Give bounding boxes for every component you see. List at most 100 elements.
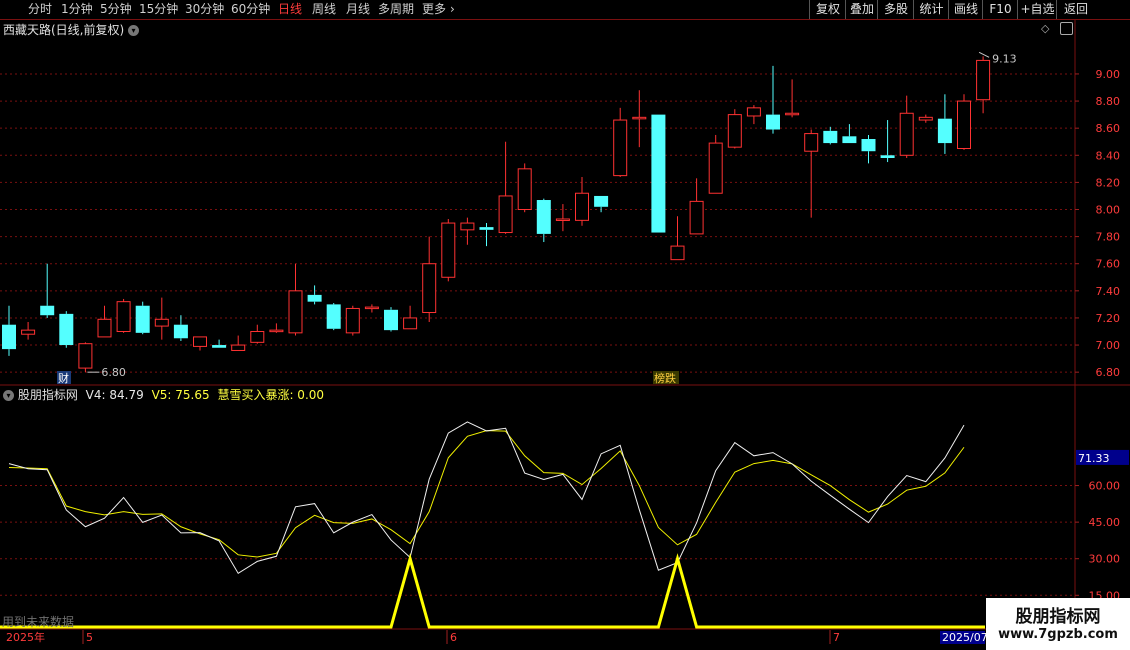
period-toolbar: 分时 1分钟 5分钟 15分钟 30分钟 60分钟 日线 周线 月线 多周期 更多 › 复权 叠加 多股统…	[0, 0, 1130, 20]
candle[interactable]	[460, 222, 475, 231]
toolbar-button-4[interactable]: 画线	[948, 0, 983, 19]
tab-period-1[interactable]: 1分钟	[61, 0, 93, 19]
candle[interactable]	[937, 118, 952, 144]
toolbar-button-2[interactable]: 多股	[877, 0, 914, 19]
candle[interactable]	[364, 306, 379, 310]
candle[interactable]	[689, 200, 704, 235]
tab-period-3[interactable]: 15分钟	[139, 0, 178, 19]
candle[interactable]	[326, 304, 341, 329]
candle[interactable]	[823, 130, 838, 144]
candle[interactable]	[441, 222, 456, 278]
candle[interactable]	[842, 136, 857, 144]
low-price-label: 6.80	[101, 366, 126, 379]
chevron-right-icon[interactable]: ›	[450, 0, 455, 19]
candle[interactable]	[766, 114, 780, 130]
candle[interactable]	[59, 313, 74, 346]
candle[interactable]	[957, 100, 971, 150]
date-cursor-label: 2025/07	[942, 631, 988, 644]
tab-period-7[interactable]: 周线	[312, 0, 336, 19]
price-axis-label: 9.00	[1096, 68, 1121, 81]
candle[interactable]	[154, 318, 169, 327]
tab-period-2[interactable]: 5分钟	[100, 0, 132, 19]
candle[interactable]	[21, 329, 36, 335]
tab-period-6[interactable]: 日线	[278, 0, 302, 19]
toolbar-button-7[interactable]: 返回	[1056, 0, 1095, 19]
candle[interactable]	[212, 345, 227, 348]
candle[interactable]	[288, 290, 303, 334]
kline-chart[interactable]: 9.00 8.80 8.60 8.40 8.20 8.00 7.80 7.60 7.40 7.20…	[0, 20, 1130, 650]
stock-title: 西藏天路(日线,前复权) ▾	[3, 21, 140, 38]
chart-area[interactable]: 9.00 8.80 8.60 8.40 8.20 8.00 7.80 7.60 7.40 7.20…	[0, 20, 1130, 650]
candle[interactable]	[97, 318, 112, 338]
toolbar-button-5[interactable]: F10	[982, 0, 1018, 19]
candle[interactable]	[880, 155, 895, 158]
layout-toggle-icon[interactable]	[1060, 22, 1073, 35]
candle[interactable]	[269, 329, 284, 333]
candle[interactable]	[384, 309, 398, 331]
candle[interactable]	[727, 114, 742, 148]
candle[interactable]	[231, 344, 246, 351]
candle[interactable]	[594, 195, 609, 207]
candle[interactable]	[804, 133, 819, 152]
toolbar-button-0[interactable]: 复权	[809, 0, 846, 19]
current-value-text: 71.33	[1078, 452, 1110, 465]
candle[interactable]	[670, 245, 685, 261]
candle[interactable]	[250, 330, 265, 343]
candle[interactable]	[918, 116, 933, 121]
candle[interactable]	[976, 59, 991, 101]
candle[interactable]	[479, 227, 494, 230]
candle[interactable]	[78, 343, 93, 369]
candle[interactable]	[193, 336, 207, 347]
candle[interactable]	[746, 107, 761, 117]
date-year-label: 2025年	[6, 630, 45, 644]
diamond-icon[interactable]: ◇	[1041, 22, 1049, 35]
toolbar-button-3[interactable]: 统计	[913, 0, 949, 19]
watermark: 股朋指标网 www.7gpzb.com	[986, 598, 1130, 650]
candle[interactable]	[899, 112, 914, 156]
candle[interactable]	[498, 195, 513, 234]
candle[interactable]	[307, 294, 322, 302]
candle[interactable]	[651, 114, 666, 233]
candle[interactable]	[613, 119, 628, 177]
tab-period-0[interactable]: 分时	[28, 0, 52, 19]
candle[interactable]	[40, 305, 55, 316]
candle[interactable]	[861, 139, 876, 152]
price-axis-label: 7.60	[1096, 258, 1121, 271]
finance-marker-text: 财	[58, 371, 69, 385]
candle[interactable]	[708, 142, 723, 194]
v5-line	[8, 430, 965, 558]
candle[interactable]	[403, 317, 418, 330]
tab-period-4[interactable]: 30分钟	[185, 0, 224, 19]
ranking-marker-text: 榜跌	[654, 371, 676, 385]
price-axis-label: 7.00	[1096, 339, 1121, 352]
chevron-down-icon[interactable]: ▾	[3, 390, 14, 401]
chevron-down-icon[interactable]: ▾	[128, 25, 140, 36]
candle[interactable]	[135, 305, 150, 333]
candle[interactable]	[422, 263, 437, 314]
price-axis-label: 6.80	[1096, 366, 1121, 379]
candle[interactable]	[517, 168, 532, 210]
candle[interactable]	[575, 192, 589, 221]
indicator-name: 股朋指标网	[17, 388, 78, 402]
stock-title-text: 西藏天路(日线,前复权)	[3, 23, 125, 37]
tab-period-9[interactable]: 多周期	[378, 0, 414, 19]
signal-label: 慧雪买入暴涨: 0.00	[217, 388, 325, 402]
tab-period-5[interactable]: 60分钟	[231, 0, 270, 19]
candle[interactable]	[345, 307, 360, 334]
candle[interactable]	[173, 324, 188, 339]
toolbar-button-6[interactable]: +自选	[1017, 0, 1057, 19]
candle[interactable]	[2, 324, 16, 350]
tab-period-8[interactable]: 月线	[346, 0, 370, 19]
candle[interactable]	[536, 200, 551, 234]
indicator-axis-label: 30.00	[1089, 553, 1121, 566]
watermark-title: 股朋指标网	[1015, 607, 1101, 627]
candle[interactable]	[116, 301, 131, 332]
candle[interactable]	[785, 112, 800, 116]
candle[interactable]	[632, 116, 647, 120]
price-axis-label: 8.60	[1096, 122, 1121, 135]
v5-label: V5: 75.65	[151, 388, 210, 402]
candle[interactable]	[555, 218, 570, 221]
toolbar-button-1[interactable]: 叠加	[845, 0, 878, 19]
v4-label: V4: 84.79	[85, 388, 144, 402]
tab-period-10[interactable]: 更多	[422, 0, 446, 19]
